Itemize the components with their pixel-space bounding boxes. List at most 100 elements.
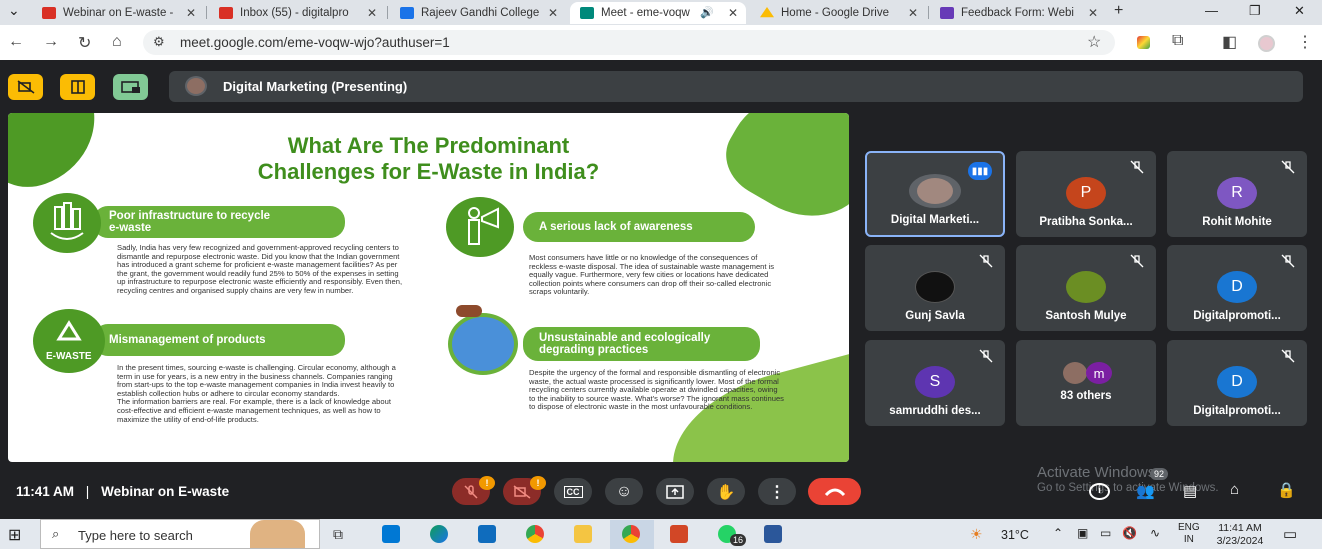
more-options-button[interactable]: ⋮ xyxy=(758,478,796,505)
close-tab-icon[interactable]: ✕ xyxy=(908,6,918,20)
activities-icon[interactable]: ⌂ xyxy=(1230,481,1239,498)
raise-hand-button[interactable]: ✋ xyxy=(707,478,745,505)
new-tab-button[interactable]: + xyxy=(1114,2,1123,20)
back-icon[interactable]: ← xyxy=(8,33,24,51)
captions-icon: CC xyxy=(563,485,583,498)
participant-tile[interactable]: D Digitalpromoti... xyxy=(1167,340,1307,426)
participant-tile[interactable]: S samruddhi des... xyxy=(865,340,1005,426)
sick-earth-icon xyxy=(448,313,518,375)
close-window-button[interactable]: ✕ xyxy=(1294,3,1305,19)
participant-avatar: D xyxy=(1217,271,1257,303)
hand-icon: ✋ xyxy=(716,483,736,501)
close-tab-icon[interactable]: ✕ xyxy=(548,6,558,20)
infrastructure-icon xyxy=(33,193,101,253)
bookmark-star-icon[interactable]: ☆ xyxy=(1087,32,1101,52)
extension-icon[interactable] xyxy=(1137,36,1150,49)
url-text: meet.google.com/eme-voqw-wjo?authuser=1 xyxy=(180,35,450,50)
participant-avatar: P xyxy=(1066,177,1106,209)
mic-off-icon xyxy=(1281,349,1295,363)
participant-tile[interactable]: Gunj Savla xyxy=(865,245,1005,331)
menu-icon[interactable]: ⋮ xyxy=(1297,32,1313,52)
meeting-details-icon[interactable]: i xyxy=(1089,483,1110,500)
store-icon[interactable] xyxy=(382,525,400,543)
mic-off-icon xyxy=(1130,254,1144,268)
participant-tile[interactable]: P Pratibha Sonka... xyxy=(1016,151,1156,237)
battery-icon[interactable]: ▭ xyxy=(1100,526,1111,540)
participant-avatar xyxy=(906,171,964,211)
megaphone-person-icon xyxy=(446,197,514,257)
weather-icon[interactable]: ☀ xyxy=(970,526,983,543)
camera-warning-icon: ! xyxy=(530,476,546,490)
minimize-button[interactable]: — xyxy=(1205,3,1218,18)
file-explorer-icon[interactable] xyxy=(574,525,592,543)
camera-off-icon xyxy=(513,484,531,499)
layout-button[interactable] xyxy=(60,74,95,100)
site-settings-icon[interactable]: ⚙ xyxy=(153,34,165,50)
tab-webinar[interactable]: Webinar on E-waste - ✕ xyxy=(32,2,204,24)
chrome-active-icon[interactable] xyxy=(622,525,640,543)
task-view-icon[interactable]: ⧉ xyxy=(333,526,343,543)
participant-avatar xyxy=(915,271,955,303)
tray-app-icon[interactable]: ▣ xyxy=(1077,526,1088,540)
profile-avatar[interactable] xyxy=(1258,35,1275,52)
captions-button[interactable]: CC xyxy=(554,478,592,505)
tab-inbox[interactable]: Inbox (55) - digitalpro ✕ xyxy=(209,2,385,24)
speaker-icon[interactable]: 🔊 xyxy=(700,6,714,19)
close-tab-icon[interactable]: ✕ xyxy=(367,6,377,20)
gmail-icon xyxy=(42,7,56,19)
presenter-label: Digital Marketing (Presenting) xyxy=(223,79,408,94)
mic-off-icon xyxy=(1281,254,1295,268)
section-body-practices: Despite the urgency of the formal and re… xyxy=(529,368,784,412)
tab-meet[interactable]: Meet - eme-voqw 🔊 ✕ xyxy=(570,2,746,24)
mic-off-icon xyxy=(464,484,478,499)
tab-feedback-form[interactable]: Feedback Form: Webi ✕ xyxy=(930,2,1106,24)
tab-google-drive[interactable]: Home - Google Drive ✕ xyxy=(750,2,926,24)
whatsapp-badge: 16 xyxy=(730,534,747,546)
mail-icon[interactable] xyxy=(478,525,496,543)
mic-off-icon xyxy=(1130,160,1144,174)
taskbar-clock[interactable]: 11:41 AM 3/23/2024 xyxy=(1210,522,1270,548)
volume-muted-icon[interactable]: 🔇 xyxy=(1122,526,1137,540)
extensions-puzzle-icon[interactable]: ⧉ xyxy=(1172,32,1183,50)
chat-icon[interactable]: ▤ xyxy=(1183,482,1197,500)
home-icon[interactable]: ⌂ xyxy=(112,33,122,51)
participant-tile[interactable]: ▮▮▮ Digital Marketi... xyxy=(865,151,1005,237)
others-tile[interactable]: m 83 others xyxy=(1016,340,1156,426)
edge-icon[interactable] xyxy=(430,525,448,543)
pip-button[interactable] xyxy=(113,74,148,100)
word-icon[interactable] xyxy=(764,525,782,543)
language-indicator[interactable]: ENG IN xyxy=(1178,522,1200,546)
meet-icon xyxy=(580,7,594,19)
participant-tile[interactable]: R Rohit Mohite xyxy=(1167,151,1307,237)
section-heading-mismanagement: Mismanagement of products xyxy=(93,324,345,356)
windows-start-icon[interactable]: ⊞ xyxy=(8,525,21,545)
hang-up-icon xyxy=(824,488,845,496)
layout-icon xyxy=(70,80,85,94)
close-tab-icon[interactable]: ✕ xyxy=(186,6,196,20)
people-icon[interactable]: 👥 xyxy=(1136,482,1155,500)
participant-tile[interactable]: Santosh Mulye xyxy=(1016,245,1156,331)
close-tab-icon[interactable]: ✕ xyxy=(728,6,738,20)
participant-tile[interactable]: D Digitalpromoti... xyxy=(1167,245,1307,331)
close-tab-icon[interactable]: ✕ xyxy=(1088,6,1098,20)
reactions-button[interactable]: ☺ xyxy=(605,478,643,505)
host-controls-icon[interactable]: 🔒 xyxy=(1277,481,1296,499)
weather-temperature: 31°C xyxy=(1001,528,1029,542)
meeting-info: 11:41 AM | Webinar on E-waste xyxy=(16,484,230,499)
present-button[interactable] xyxy=(656,478,694,505)
chrome-icon[interactable] xyxy=(526,525,544,543)
reload-icon[interactable]: ↻ xyxy=(78,33,91,53)
side-panel-icon[interactable]: ◧ xyxy=(1222,32,1237,52)
tab-search-icon[interactable]: ⌄ xyxy=(8,2,20,19)
presenter-avatar xyxy=(185,76,207,96)
network-icon[interactable]: ∿ xyxy=(1150,526,1160,540)
powerpoint-icon[interactable] xyxy=(670,525,688,543)
hide-tiles-button[interactable] xyxy=(8,74,43,100)
restore-button[interactable]: ❐ xyxy=(1249,3,1261,19)
activate-windows-title: Activate Windows xyxy=(1037,464,1156,481)
forward-icon[interactable]: → xyxy=(43,33,59,51)
tab-rajeev-gandhi-college[interactable]: Rajeev Gandhi College ✕ xyxy=(390,2,566,24)
tray-overflow-icon[interactable]: ⌃ xyxy=(1053,526,1063,540)
leave-call-button[interactable] xyxy=(808,478,861,505)
notifications-icon[interactable]: ▭ xyxy=(1283,525,1297,543)
